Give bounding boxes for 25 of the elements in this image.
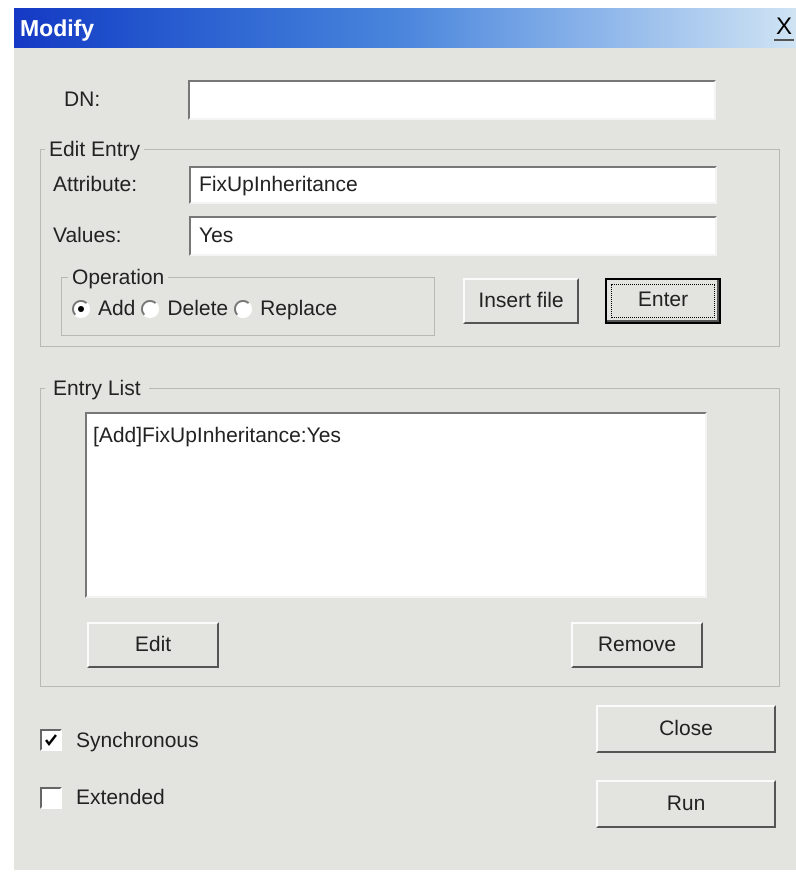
group-title: Entry List [52, 376, 142, 402]
list-box[interactable]: [Add]FixUpInheritance:Yes [85, 412, 707, 598]
group-title: Edit Entry [48, 137, 142, 163]
field-label: DN: [64, 87, 102, 114]
radio-option[interactable]: Add [72, 293, 136, 324]
title-bar-x-button[interactable]: X [774, 15, 794, 41]
input-field[interactable]: Yes [189, 216, 717, 256]
input-field[interactable] [188, 80, 716, 120]
radio-option[interactable]: Delete [141, 293, 228, 324]
dialog-button[interactable]: Run [596, 780, 776, 828]
input-field[interactable]: FixUpInheritance [189, 166, 717, 204]
field-label: Values: [53, 222, 122, 249]
dialog-button[interactable]: Edit [87, 622, 219, 668]
check-icon [44, 733, 58, 748]
window-title: Modify [20, 14, 94, 43]
checkbox-option[interactable]: Extended [40, 782, 199, 814]
field-label: Attribute: [53, 172, 138, 198]
radio-option[interactable]: Replace [234, 293, 338, 324]
dialog-button[interactable]: Enter [605, 278, 721, 324]
dialog-button[interactable]: Remove [571, 622, 703, 668]
dialog-button[interactable]: Close [596, 704, 776, 752]
dialog-button[interactable]: Insert file [463, 278, 579, 324]
list-item[interactable]: [Add]FixUpInheritance:Yes [93, 420, 341, 452]
group-title: Operation [71, 264, 166, 290]
checkbox-option[interactable]: Synchronous [40, 724, 199, 756]
